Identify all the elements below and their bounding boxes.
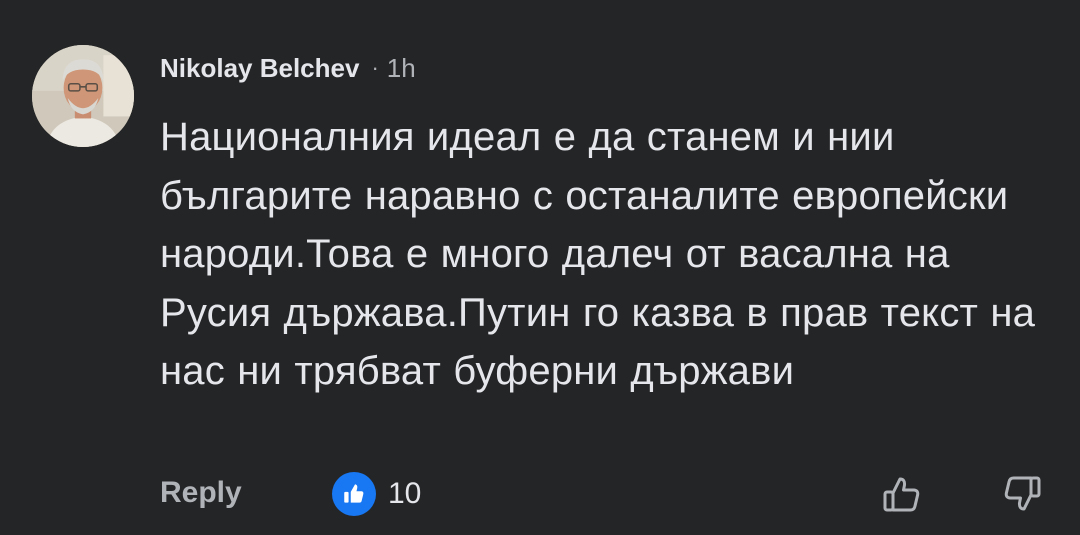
comment-body: Националния идеал е да станем и нии бълг… [160, 115, 1036, 393]
author-name[interactable]: Nikolay Belchev [160, 53, 359, 84]
avatar[interactable] [32, 45, 134, 147]
comment-timestamp[interactable]: 1h [387, 53, 416, 84]
thumbs-up-outline-icon [883, 477, 920, 512]
separator-dot: · [371, 55, 379, 80]
comment-header: Nikolay Belchev · 1h [160, 50, 416, 86]
comment-actions: Reply 10 [160, 468, 1050, 520]
downvote-button[interactable] [1000, 472, 1044, 516]
reaction-count: 10 [388, 477, 422, 510]
like-reaction-icon [332, 472, 376, 516]
reply-button[interactable]: Reply [160, 476, 242, 510]
reaction-summary[interactable]: 10 [332, 472, 421, 516]
comment-card: Nikolay Belchev · 1h Националния идеал е… [0, 0, 1080, 535]
avatar-photo [32, 45, 134, 147]
upvote-button[interactable] [880, 472, 924, 516]
thumbs-down-outline-icon [1004, 476, 1041, 511]
